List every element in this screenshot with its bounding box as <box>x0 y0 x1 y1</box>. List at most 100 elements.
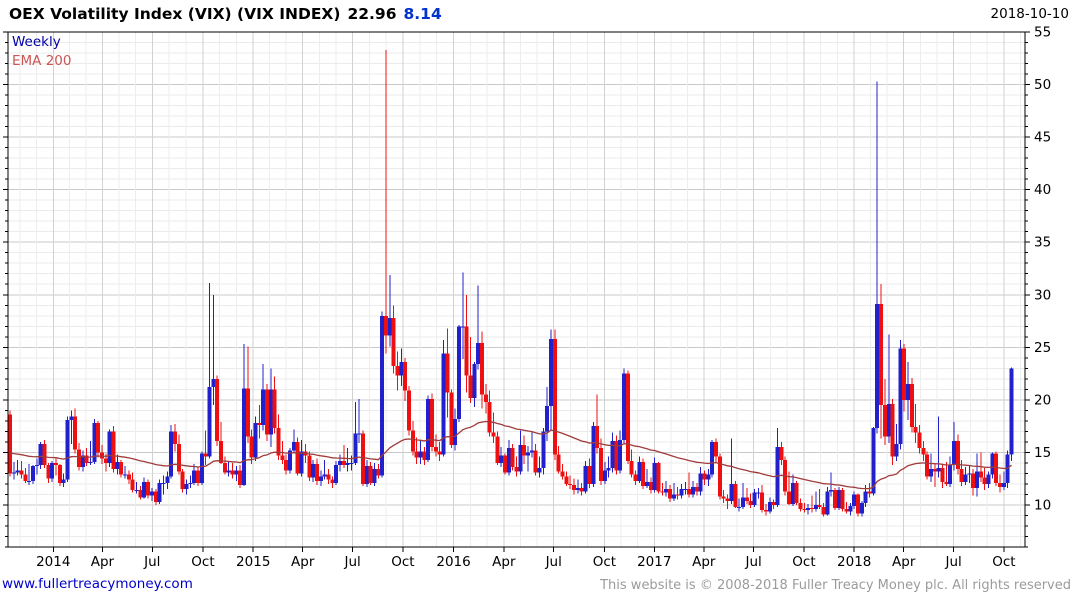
x-axis: 2014 Apr Jul Oct 2015 Apr Jul Oct 2016 Apr Jul Oct 2… <box>36 547 1016 570</box>
down-candle <box>153 491 158 502</box>
up-candle <box>583 466 588 492</box>
down-candle <box>146 481 151 496</box>
down-candle <box>368 466 373 483</box>
down-candle <box>23 474 28 481</box>
up-candle <box>664 489 669 493</box>
down-candle <box>917 432 922 449</box>
down-candle <box>222 462 227 473</box>
down-candle <box>760 492 765 511</box>
down-candle <box>744 497 749 501</box>
down-candle <box>433 447 438 452</box>
down-candle <box>403 362 408 391</box>
down-candle <box>817 504 822 508</box>
up-candle <box>898 348 903 444</box>
up-candle <box>499 455 504 463</box>
down-candle <box>407 390 412 431</box>
up-candle <box>345 462 350 466</box>
down-candle <box>46 465 51 479</box>
down-candle <box>568 483 573 485</box>
down-candle <box>959 469 964 482</box>
down-candle <box>982 477 987 484</box>
up-candle <box>318 476 323 481</box>
down-candle <box>633 474 638 481</box>
down-candle <box>280 455 285 460</box>
x-axis-label: Oct <box>191 554 214 570</box>
up-candle <box>334 465 339 483</box>
down-candle <box>902 348 907 400</box>
down-candle <box>921 448 926 455</box>
down-candle <box>7 414 12 474</box>
site-url-link[interactable]: www.fullertreacymoney.com <box>2 576 193 592</box>
up-candle <box>27 480 32 482</box>
up-candle <box>806 508 811 511</box>
down-candle <box>998 482 1003 488</box>
up-candle <box>871 428 876 494</box>
up-candle <box>986 474 991 484</box>
down-candle <box>794 482 799 503</box>
up-candle <box>157 482 162 502</box>
down-candle <box>502 455 507 473</box>
down-candle <box>514 467 519 472</box>
down-candle <box>913 427 918 433</box>
up-candle <box>683 489 688 491</box>
y-axis-label: 45 <box>1034 130 1051 146</box>
up-candle <box>165 476 170 483</box>
up-candle <box>11 472 16 474</box>
down-candle <box>625 373 630 461</box>
up-candle <box>142 481 147 498</box>
x-axis-label: Oct <box>992 554 1015 570</box>
down-candle <box>180 471 185 490</box>
x-axis-label: Oct <box>391 554 414 570</box>
x-axis-label: 2015 <box>236 554 270 570</box>
up-candle <box>38 444 43 466</box>
copyright-text: This website is © 2008-2018 Fuller Treac… <box>600 578 1071 593</box>
down-candle <box>360 433 365 484</box>
up-candle <box>621 373 626 440</box>
down-candle <box>195 470 200 483</box>
down-candle <box>257 422 262 426</box>
up-candle <box>549 338 554 407</box>
up-candle <box>740 497 745 508</box>
legend-ema: EMA 200 <box>12 53 72 69</box>
up-candle <box>291 441 296 451</box>
down-candle <box>314 463 319 481</box>
down-candle <box>230 470 235 475</box>
up-candle <box>679 489 684 496</box>
up-candle <box>226 470 231 473</box>
down-candle <box>57 465 62 483</box>
up-candle <box>756 492 761 494</box>
down-candle <box>909 384 914 428</box>
down-candle <box>733 483 738 508</box>
up-candle <box>928 469 933 477</box>
y-axis-label: 40 <box>1034 182 1051 198</box>
down-candle <box>483 394 488 402</box>
up-candle <box>134 490 139 492</box>
up-candle <box>537 468 542 473</box>
up-candle <box>15 470 20 473</box>
x-axis-label: Jul <box>545 554 562 570</box>
down-candle <box>595 426 600 449</box>
y-axis-label: 55 <box>1034 25 1051 41</box>
down-candle <box>395 366 400 376</box>
candlestick-chart[interactable]: 10 15 20 25 30 35 40 45 50 55 2014 Apr Jul Oct 2015 Apr… <box>0 0 1075 600</box>
up-candle <box>69 416 74 420</box>
down-candle <box>890 404 895 457</box>
up-candle <box>380 315 385 476</box>
x-axis-label: 2014 <box>36 554 70 570</box>
down-candle <box>468 375 473 398</box>
up-candle <box>644 481 649 487</box>
up-candle <box>364 466 369 484</box>
down-candle <box>978 471 983 478</box>
up-candle <box>752 492 757 505</box>
chart-page: OEX Volatility Index (VIX) (VIX INDEX) 22… <box>0 0 1075 600</box>
up-candle <box>253 422 258 458</box>
down-candle <box>73 416 78 450</box>
legend-timeframe: Weekly <box>12 34 61 50</box>
down-candle <box>844 509 849 512</box>
down-candle <box>437 451 442 455</box>
up-candle <box>1009 368 1014 455</box>
up-candle <box>990 453 995 475</box>
down-candle <box>833 490 838 509</box>
up-candle <box>337 460 342 466</box>
up-candle <box>188 482 193 484</box>
